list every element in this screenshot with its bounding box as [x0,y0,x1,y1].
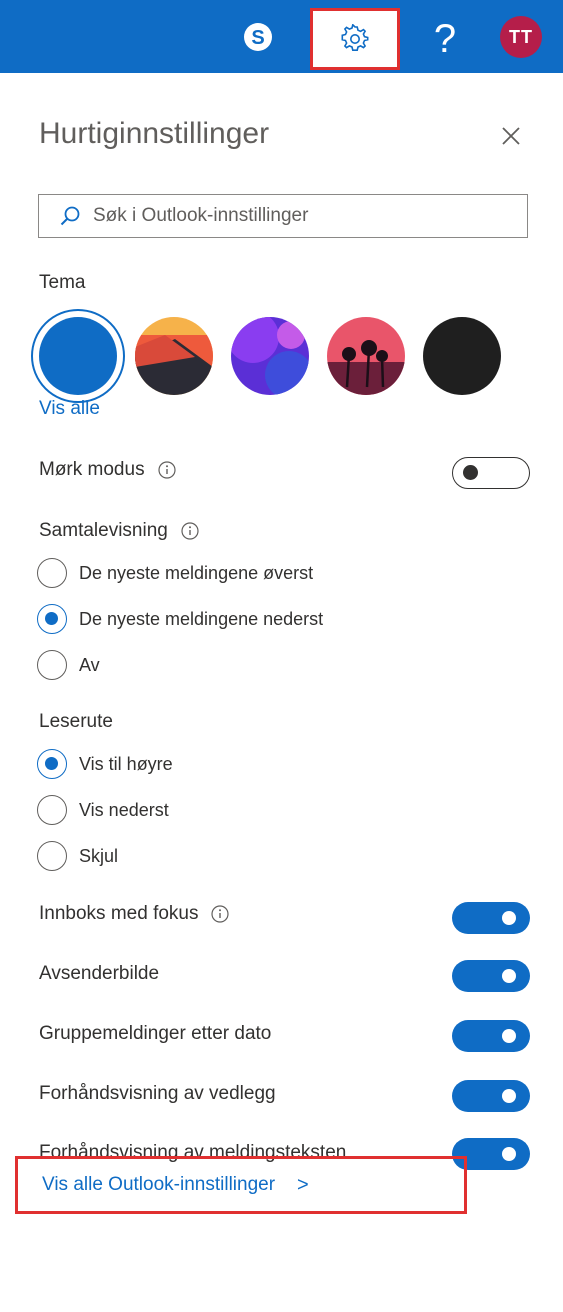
theme-mountain-image [135,317,213,395]
info-icon[interactable] [157,460,177,480]
search-input[interactable] [91,204,527,228]
radio-label: Vis til høyre [79,753,173,774]
focused-inbox-toggle[interactable] [452,902,530,934]
reading-pane-option-right[interactable]: Vis til høyre [37,749,173,779]
svg-text:S: S [251,27,264,49]
radio-button[interactable] [37,558,67,588]
reading-pane-option-bottom[interactable]: Vis nederst [37,795,169,825]
dark-mode-row: Mørk modus [39,459,177,481]
radio-label: Vis nederst [79,799,169,820]
radio-button[interactable] [37,749,67,779]
theme-blue[interactable] [39,317,117,395]
focused-inbox-label: Innboks med fokus [39,903,199,924]
attachment-preview-row: Forhåndsvisning av vedlegg [39,1083,276,1105]
dark-mode-toggle[interactable] [452,457,530,489]
conversation-option-newest-top[interactable]: De nyeste meldingene øverst [37,558,313,588]
sender-image-toggle[interactable] [452,960,530,992]
radio-button[interactable] [37,841,67,871]
radio-label: De nyeste meldingene nederst [79,608,324,629]
radio-label: Skjul [79,845,119,866]
dark-mode-label: Mørk modus [39,459,145,480]
sender-image-row: Avsenderbilde [39,963,159,985]
settings-button[interactable] [310,8,400,70]
help-button[interactable]: ? [425,14,465,64]
theme-purple-image [231,317,309,395]
sender-image-label: Avsenderbilde [39,963,160,984]
theme-palm-image [327,317,405,395]
chevron-right-icon: > [297,1173,309,1196]
group-by-date-toggle[interactable] [452,1020,530,1052]
radio-label: De nyeste meldingene øverst [79,562,314,583]
info-icon[interactable] [180,521,200,541]
view-all-outlook-settings-link[interactable]: Vis alle Outlook-innstillinger > [15,1156,467,1214]
skype-icon[interactable]: S [243,22,273,52]
theme-black[interactable] [423,317,501,395]
close-icon[interactable] [497,122,525,150]
group-by-date-label: Gruppemeldinger etter dato [39,1023,272,1044]
focused-inbox-row: Innboks med fokus [39,903,230,925]
top-bar: S ? TT [0,0,563,73]
gear-icon [341,24,369,51]
view-all-settings-label: Vis alle Outlook-innstillinger [42,1174,276,1195]
reading-pane-label: Leserute [39,711,113,732]
conversation-option-newest-bottom[interactable]: De nyeste meldingene nederst [37,604,323,634]
theme-purple-abstract[interactable] [231,317,309,395]
search-icon [60,206,80,226]
theme-palm-sunset[interactable] [327,317,405,395]
avatar[interactable]: TT [500,16,542,58]
conversation-view-heading: Samtalevisning [39,520,200,542]
radio-button[interactable] [37,650,67,680]
radio-button[interactable] [37,795,67,825]
radio-label: Av [79,654,100,675]
attachment-preview-label: Forhåndsvisning av vedlegg [39,1083,276,1104]
reading-pane-option-hide[interactable]: Skjul [37,841,118,871]
theme-label: Tema [39,272,86,293]
conversation-view-label: Samtalevisning [39,520,168,541]
info-icon[interactable] [210,904,230,924]
panel-title: Hurtiginnstillinger [39,117,270,150]
attachment-preview-toggle[interactable] [452,1080,530,1112]
group-by-date-row: Gruppemeldinger etter dato [39,1023,271,1045]
view-all-themes-link[interactable]: Vis alle [39,398,100,420]
search-box[interactable] [38,194,528,238]
theme-mountain-sunset[interactable] [135,317,213,395]
radio-button[interactable] [37,604,67,634]
conversation-option-off[interactable]: Av [37,650,100,680]
